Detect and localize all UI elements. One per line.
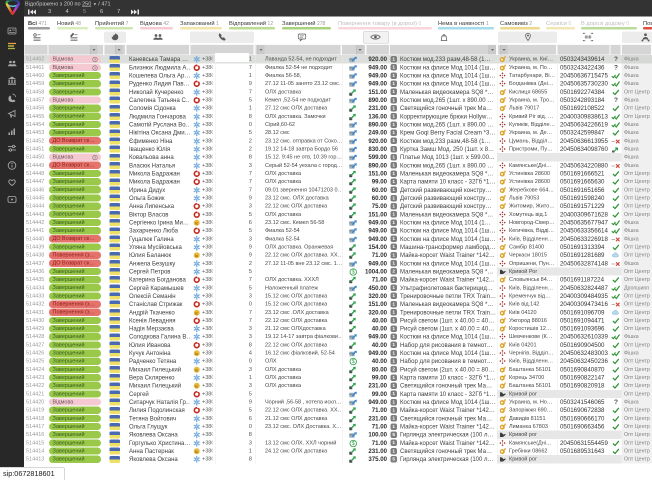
- svg-text:lc: lc: [195, 220, 198, 225]
- svg-text:lc: lc: [195, 310, 198, 315]
- svg-text:lc: lc: [195, 449, 198, 454]
- svg-text:lc: lc: [195, 351, 198, 356]
- svg-text:lc: lc: [195, 383, 198, 388]
- svg-text:lc: lc: [195, 367, 198, 372]
- svg-text:lc: lc: [195, 253, 198, 258]
